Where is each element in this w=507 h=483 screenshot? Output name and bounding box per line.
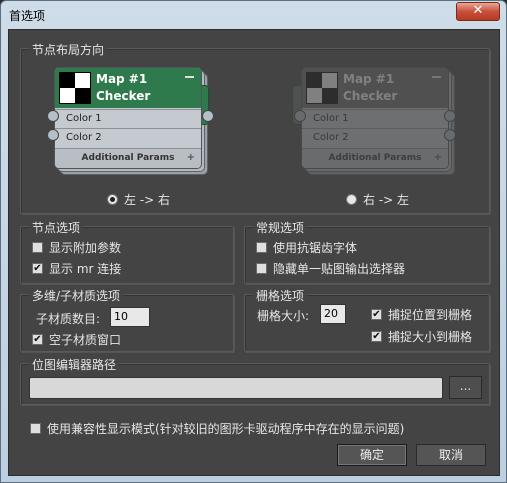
snap-position-label: 捕捉位置到栅格 — [388, 308, 473, 322]
input-port-icon — [47, 129, 59, 141]
compat-mode-label: 使用兼容性显示模式(针对较旧的图形卡驱动程序中存在的显示问题) — [47, 422, 405, 436]
node-slot-color-1: Color 1 — [302, 109, 448, 127]
title-bar: 首选项 ✕ — [1, 1, 506, 27]
show-mr-connections-checkbox[interactable]: ✔ 显示 mr 连接 — [32, 260, 121, 277]
node-footer-label: Additional Params — [328, 153, 422, 163]
expand-plus-icon: + — [186, 152, 195, 163]
dialog-content: 节点布局方向 Map #1 Checker Color 1 Color 2 Ad… — [8, 29, 500, 476]
minimize-icon — [432, 76, 441, 78]
antialiased-font-checkbox[interactable]: 使用抗锯齿字体 — [256, 239, 357, 256]
empty-sub-material-window-label: 空子材质窗口 — [49, 333, 122, 347]
multi-sub-options-group: 多维/子材质选项 子材质数目: 10 ✔ 空子材质窗口 — [20, 287, 234, 352]
node-options-group: 节点选项 显示附加参数 ✔ 显示 mr 连接 — [20, 219, 234, 284]
node-map-type: Checker — [343, 89, 398, 103]
checkbox-icon — [256, 242, 267, 253]
sub-material-count-input[interactable]: 10 — [110, 307, 150, 327]
sub-material-count-label: 子材质数目: — [36, 312, 101, 326]
general-options-group: 常规选项 使用抗锯齿字体 隐藏单一贴图输出选择器 — [244, 219, 490, 284]
checkmark-icon: ✔ — [371, 331, 382, 342]
show-extra-params-label: 显示附加参数 — [49, 241, 122, 255]
node-preview-right-to-left: Map #1 Checker Color 1 Color 2 Additiona… — [292, 67, 456, 175]
window-title: 首选项 — [9, 9, 46, 23]
node-options-label: 节点选项 — [29, 219, 84, 236]
checker-thumbnail — [306, 72, 338, 104]
antialiased-font-label: 使用抗锯齿字体 — [273, 241, 358, 255]
radio-selected-icon — [107, 194, 118, 205]
node-map-type: Checker — [96, 89, 151, 103]
grid-size-input[interactable]: 20 — [320, 304, 346, 324]
snap-size-checkbox[interactable]: ✔ 捕捉大小到栅格 — [371, 328, 472, 345]
close-button[interactable]: ✕ — [456, 2, 500, 21]
node-preview-left-to-right: Map #1 Checker Color 1 Color 2 Additiona… — [47, 67, 214, 175]
checkmark-icon: ✔ — [32, 334, 43, 345]
output-port-icon — [294, 110, 306, 122]
input-port-icon — [444, 110, 456, 122]
hide-output-selector-checkbox[interactable]: 隐藏单一贴图输出选择器 — [256, 260, 405, 277]
checkbox-icon — [32, 242, 43, 253]
preferences-dialog: 首选项 ✕ 节点布局方向 Map #1 Checker Color 1 Colo… — [0, 0, 507, 483]
expand-plus-icon: + — [433, 152, 442, 163]
checker-thumbnail — [59, 72, 91, 104]
grid-size-label: 栅格大小: — [257, 309, 310, 323]
node-layout-group: 节点布局方向 Map #1 Checker Color 1 Color 2 Ad… — [20, 41, 490, 214]
hide-output-selector-label: 隐藏单一贴图输出选择器 — [273, 262, 406, 276]
radio-right-to-left[interactable]: 右 -> 左 — [346, 191, 409, 208]
node-map-name: Map #1 — [343, 72, 395, 86]
checkmark-icon: ✔ — [371, 309, 382, 320]
radio-left-to-right-label: 左 -> 右 — [124, 193, 171, 207]
checkmark-icon: ✔ — [32, 263, 43, 274]
node-slot-color-1: Color 1 — [55, 109, 201, 127]
input-port-icon — [444, 129, 456, 141]
ok-button[interactable]: 确定 — [337, 444, 407, 466]
input-port-icon — [47, 110, 59, 122]
multi-sub-options-label: 多维/子材质选项 — [29, 287, 124, 304]
node-map-name: Map #1 — [96, 72, 148, 86]
node-footer-label: Additional Params — [81, 153, 175, 163]
general-options-label: 常规选项 — [253, 219, 308, 236]
compat-mode-checkbox[interactable]: 使用兼容性显示模式(针对较旧的图形卡驱动程序中存在的显示问题) — [30, 420, 404, 437]
bitmap-path-label: 位图编辑器路径 — [29, 356, 120, 373]
close-icon: ✕ — [472, 3, 484, 18]
cancel-button[interactable]: 取消 — [416, 444, 486, 466]
output-port-icon — [202, 110, 214, 122]
minimize-icon — [185, 76, 194, 78]
browse-button[interactable]: ... — [449, 376, 482, 399]
grid-options-group: 栅格选项 栅格大小: 20 ✔ 捕捉位置到栅格 ✔ 捕捉大小到栅格 — [244, 287, 490, 352]
checkbox-icon — [256, 263, 267, 274]
node-layout-label: 节点布局方向 — [29, 41, 108, 58]
bitmap-path-input[interactable] — [29, 377, 443, 399]
checkbox-icon — [30, 423, 41, 434]
snap-size-label: 捕捉大小到栅格 — [388, 330, 473, 344]
node-slot-color-2: Color 2 — [55, 128, 201, 146]
node-slot-color-2: Color 2 — [302, 128, 448, 146]
empty-sub-material-window-checkbox[interactable]: ✔ 空子材质窗口 — [32, 331, 121, 348]
grid-options-label: 栅格选项 — [253, 287, 308, 304]
radio-unselected-icon — [346, 194, 357, 205]
show-extra-params-checkbox[interactable]: 显示附加参数 — [32, 239, 121, 256]
radio-right-to-left-label: 右 -> 左 — [363, 193, 410, 207]
radio-left-to-right[interactable]: 左 -> 右 — [107, 191, 170, 208]
snap-position-checkbox[interactable]: ✔ 捕捉位置到栅格 — [371, 306, 472, 323]
show-mr-connections-label: 显示 mr 连接 — [49, 262, 122, 276]
